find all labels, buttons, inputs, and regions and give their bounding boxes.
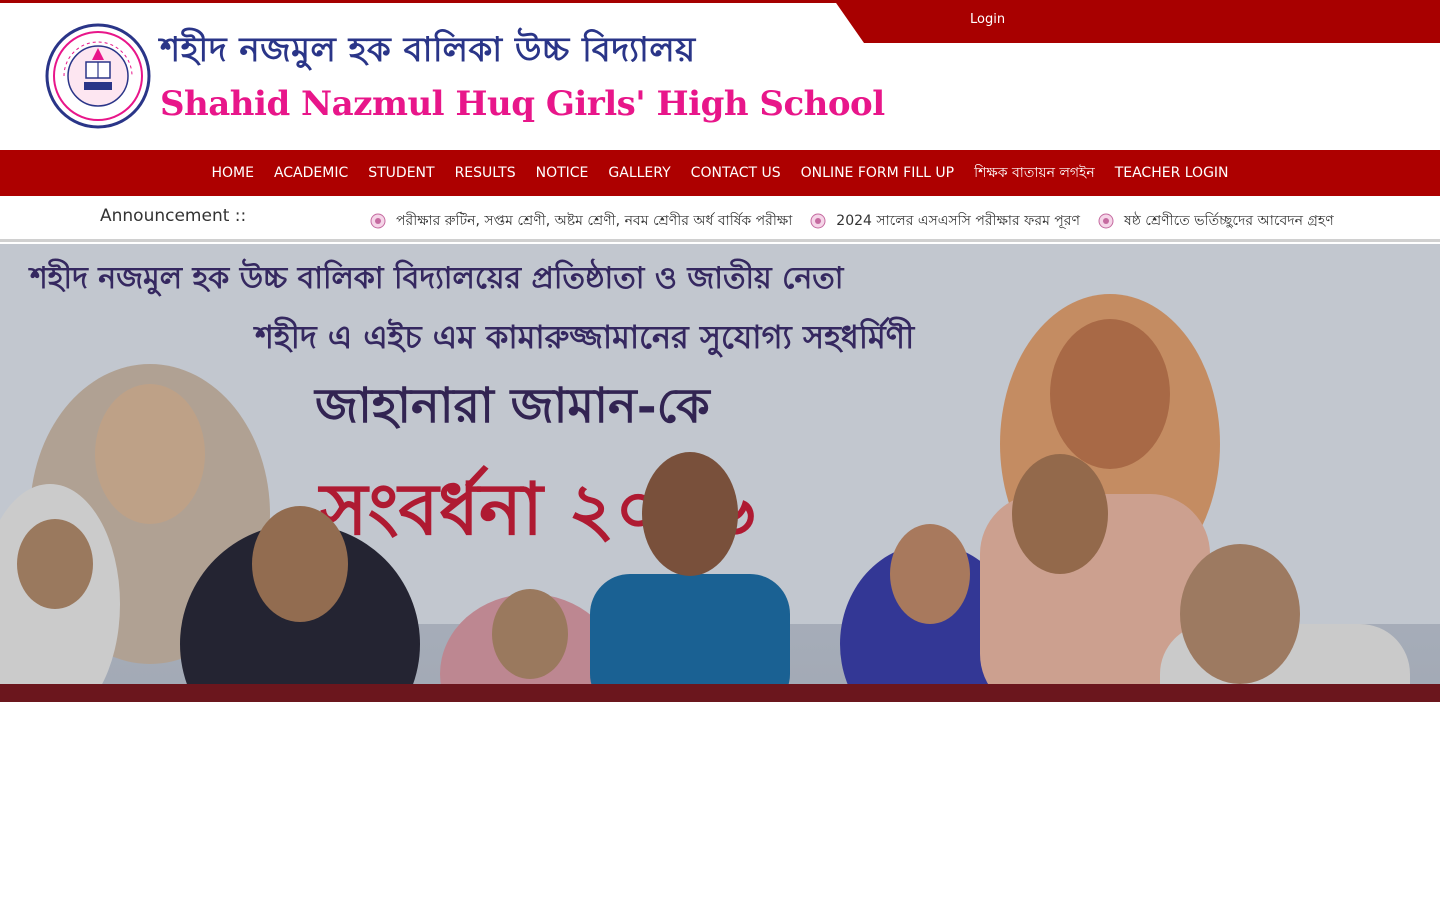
announcement-text: পরীক্ষার রুটিন, সপ্তম শ্রেণী, অষ্টম শ্রে… [396,213,793,229]
banner-line-2: শহীদ এ এইচ এম কামারুজ্জামানের সুযোগ্য সহ… [253,316,916,358]
school-name-en: Shahid Nazmul Huq Girls' High School [160,84,885,124]
announcement-label: Announcement :: [100,206,247,226]
announcement-item[interactable]: 2024 সালের এসএসসি পরীক্ষার ফরম পূরণ [810,209,1080,233]
nav-notice[interactable]: NOTICE [526,165,599,181]
nav-student[interactable]: STUDENT [358,165,444,181]
banner-line-1: শহীদ নজমুল হক উচ্চ বালিকা বিদ্যালয়ের প্… [28,258,845,297]
hero-slider[interactable]: শহীদ নজমুল হক উচ্চ বালিকা বিদ্যালয়ের প্… [0,244,1440,702]
school-crest-icon [45,23,151,129]
nav-online-form[interactable]: ONLINE FORM FILL UP [791,165,964,181]
school-crest-icon [810,213,826,229]
banner-line-3: জাহানারা জামান-কে [313,378,711,434]
login-link[interactable]: Login [970,12,1005,27]
announcement-ticker: পরীক্ষার রুটিন, সপ্তম শ্রেণী, অষ্টম শ্রে… [370,209,1352,233]
school-crest-icon [1098,213,1114,229]
nav-results[interactable]: RESULTS [445,165,526,181]
hero-image: শহীদ নজমুল হক উচ্চ বালিকা বিদ্যালয়ের প্… [0,244,1440,702]
announcement-bar: Announcement :: পরীক্ষার রুটিন, সপ্তম শ্… [0,196,1440,242]
nav-contact-us[interactable]: CONTACT US [681,165,791,181]
announcement-item[interactable]: পরীক্ষার রুটিন, সপ্তম শ্রেণী, অষ্টম শ্রে… [370,209,792,233]
school-name-bn: শহীদ নজমুল হক বালিকা উচ্চ বিদ্যালয় [160,30,696,70]
nav-teacher-login[interactable]: TEACHER LOGIN [1105,165,1239,181]
main-nav: HOME ACADEMIC STUDENT RESULTS NOTICE GAL… [0,150,1440,196]
login-bar [834,0,1440,43]
nav-academic[interactable]: ACADEMIC [264,165,358,181]
nav-teacher-portal[interactable]: শিক্ষক বাতায়ন লগইন [964,161,1105,185]
announcement-text: ষষ্ঠ শ্রেণীতে ভর্তিচ্ছুদের আবেদন গ্রহণ [1123,213,1334,229]
announcement-text: 2024 সালের এসএসসি পরীক্ষার ফরম পূরণ [836,213,1080,229]
school-crest-icon [370,213,386,229]
nav-home[interactable]: HOME [201,165,263,181]
nav-gallery[interactable]: GALLERY [598,165,680,181]
school-brand[interactable]: শহীদ নজমুল হক বালিকা উচ্চ বিদ্যালয় Shah… [44,22,885,130]
announcement-item[interactable]: ষষ্ঠ শ্রেণীতে ভর্তিচ্ছুদের আবেদন গ্রহণ [1098,209,1334,233]
